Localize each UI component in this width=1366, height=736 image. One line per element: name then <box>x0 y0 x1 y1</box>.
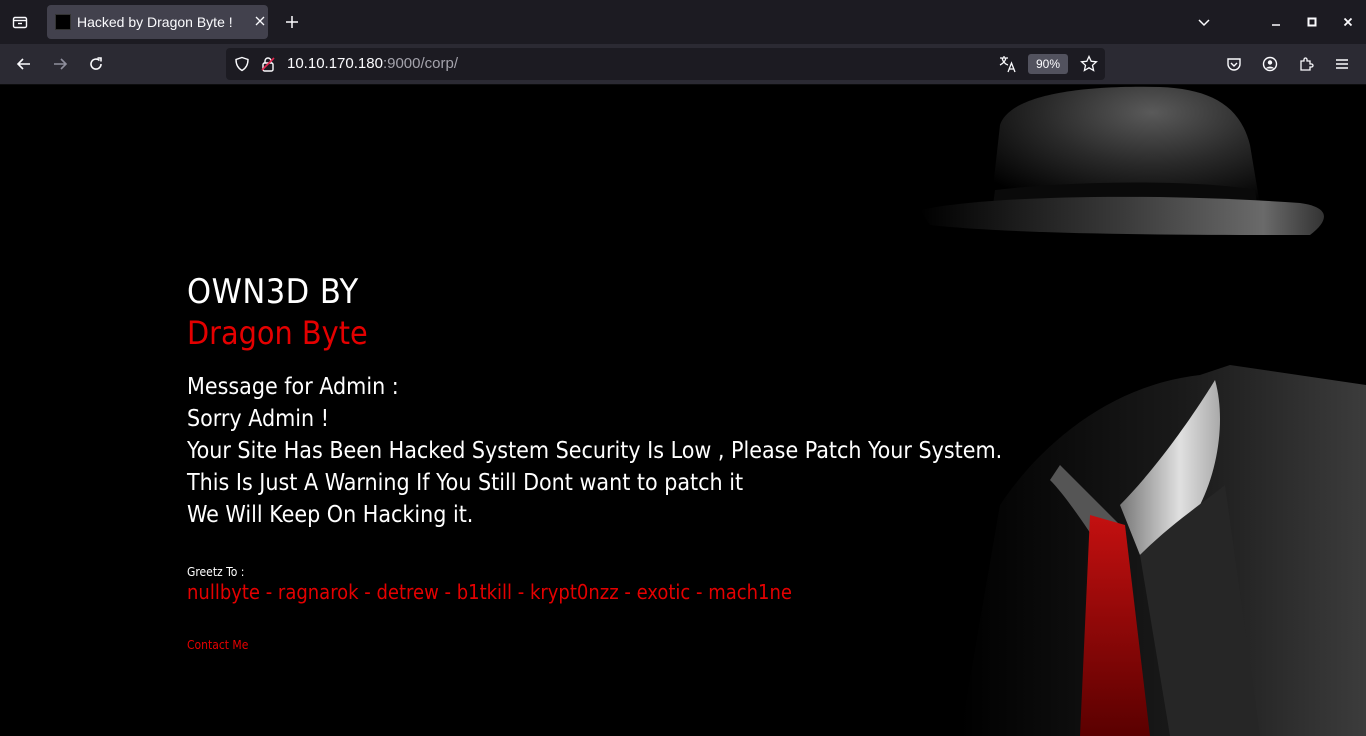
web-page: OWN3D BY Dragon Byte Message for Admin :… <box>0 85 1366 736</box>
navigation-toolbar: 10.10.170.180:9000/corp/ 90% <box>0 44 1366 85</box>
tracking-protection-button[interactable] <box>232 54 252 74</box>
account-icon <box>1262 56 1278 72</box>
window-controls <box>1258 0 1366 44</box>
pocket-icon <box>1227 58 1241 71</box>
close-window-button[interactable] <box>1330 0 1366 44</box>
page-heading: OWN3D BY <box>187 272 359 312</box>
maximize-button[interactable] <box>1294 0 1330 44</box>
close-icon <box>255 16 265 26</box>
address-bar[interactable]: 10.10.170.180:9000/corp/ 90% <box>226 48 1105 80</box>
app-menu-button[interactable] <box>1328 50 1356 78</box>
translate-icon <box>999 56 1016 73</box>
minimize-button[interactable] <box>1258 0 1294 44</box>
chevron-down-icon <box>1198 19 1210 27</box>
url-text[interactable]: 10.10.170.180:9000/corp/ <box>287 55 458 72</box>
message-line: Sorry Admin ! <box>187 406 329 432</box>
star-icon <box>1080 55 1098 72</box>
tab-strip: Hacked by Dragon Byte ! <box>0 0 1366 44</box>
extensions-button[interactable] <box>1292 50 1320 78</box>
close-icon <box>1343 17 1353 27</box>
favicon <box>55 14 71 30</box>
message-line: Message for Admin : <box>187 374 399 400</box>
maximize-icon <box>1307 17 1317 27</box>
plus-icon <box>286 16 298 28</box>
reload-button[interactable] <box>82 50 110 78</box>
tab-list-button[interactable] <box>0 0 40 44</box>
pocket-button[interactable] <box>1220 50 1248 78</box>
url-path: :9000/corp/ <box>382 55 458 72</box>
tab-list-icon <box>12 16 28 29</box>
contact-link[interactable]: Contact Me <box>187 638 248 652</box>
reload-icon <box>90 57 102 70</box>
zoom-reset-button[interactable]: 90% <box>1028 54 1068 74</box>
hamburger-icon <box>1336 59 1348 69</box>
puzzle-icon <box>1300 57 1314 71</box>
account-button[interactable] <box>1256 50 1284 78</box>
message-line: Your Site Has Been Hacked System Securit… <box>187 438 1003 464</box>
crew-name: Dragon Byte <box>187 314 368 352</box>
active-tab[interactable]: Hacked by Dragon Byte ! <box>47 5 268 39</box>
back-button[interactable] <box>10 50 38 78</box>
greetz-label: Greetz To : <box>187 565 245 579</box>
message-block: Message for Admin : Sorry Admin ! Your S… <box>187 371 1002 531</box>
lock-icon <box>261 57 275 72</box>
url-host: 10.10.170.180 <box>287 55 383 72</box>
tab-title: Hacked by Dragon Byte ! <box>77 14 233 30</box>
list-all-tabs-button[interactable] <box>1192 10 1216 34</box>
message-line: We Will Keep On Hacking it. <box>187 502 474 528</box>
greetz-list: nullbyte - ragnarok - detrew - b1tkill -… <box>187 580 792 604</box>
translate-button[interactable] <box>998 54 1018 74</box>
arrow-right-icon <box>54 58 68 70</box>
arrow-left-icon <box>16 58 30 70</box>
bookmark-button[interactable] <box>1079 54 1099 74</box>
close-tab-button[interactable] <box>252 14 268 30</box>
minimize-icon <box>1272 24 1280 26</box>
message-line: This Is Just A Warning If You Still Dont… <box>187 470 744 496</box>
new-tab-button[interactable] <box>280 10 304 34</box>
forward-button[interactable] <box>46 50 74 78</box>
site-security-button[interactable] <box>258 54 278 74</box>
shield-icon <box>235 56 249 72</box>
